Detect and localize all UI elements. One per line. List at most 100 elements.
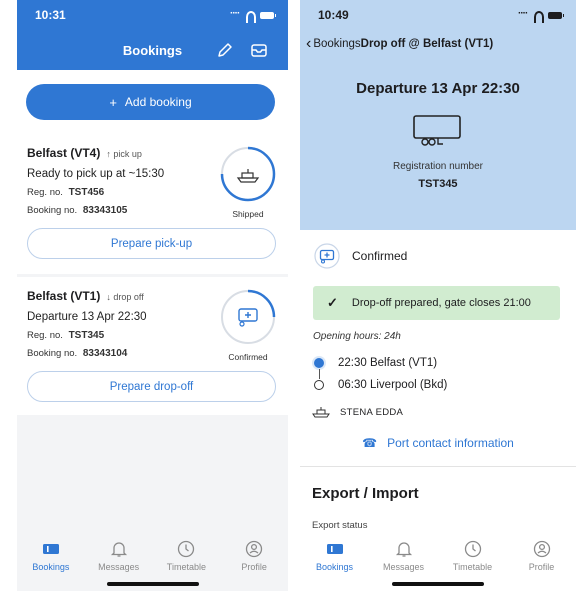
route-stop-departure: 22:30 Belfast (VT1)	[314, 352, 576, 374]
route-connector	[318, 369, 320, 379]
tab-label: Messages	[98, 562, 140, 572]
clock-icon	[464, 540, 481, 558]
check-icon: ✓	[327, 295, 338, 310]
bookings-icon	[326, 544, 343, 554]
bell-icon	[395, 542, 412, 557]
route-stop-text: 22:30 Belfast (VT1)	[338, 357, 438, 369]
page-title: Drop off @ Belfast (VT1)	[360, 38, 494, 50]
reg-value: TST456	[68, 187, 105, 198]
clock-icon	[178, 540, 195, 558]
departure-dot-icon	[314, 358, 324, 368]
tab-label: Messages	[382, 562, 425, 572]
booking-direction: ↑ pick up	[106, 149, 142, 159]
shipped-status-ring	[220, 146, 276, 202]
add-booking-button[interactable]: + Add booking	[26, 84, 275, 120]
booking-number-label: Booking no.	[27, 348, 78, 359]
booking-status-row: Confirmed	[300, 236, 576, 276]
tab-label: Bookings	[32, 562, 70, 572]
ferry-icon	[236, 169, 260, 183]
booking-detail-header: 10:49 ···· ‹ Bookings Drop off @ Belfast…	[300, 0, 576, 230]
tab-bar: Bookings Messages Timetable Profile	[300, 531, 576, 591]
tab-profile[interactable]: Profile	[224, 539, 284, 591]
registration-value: TST345	[418, 178, 458, 190]
profile-icon	[533, 540, 550, 558]
battery-icon	[260, 11, 276, 19]
tab-label: Profile	[528, 562, 555, 572]
tab-bar: Bookings Messages Timetable Profile	[17, 531, 288, 591]
banner-text: Drop-off prepared, gate closes 21:00	[351, 297, 531, 309]
drop-off-prepared-banner: ✓ Drop-off prepared, gate closes 21:00	[313, 286, 560, 320]
trailer-confirmed-icon	[314, 243, 340, 269]
tab-bookings[interactable]: Bookings	[305, 539, 365, 591]
divider	[300, 466, 576, 467]
status-time: 10:49	[318, 8, 349, 22]
booking-number-value: 83343104	[82, 348, 128, 359]
tab-label: Profile	[241, 562, 267, 572]
back-label: Bookings	[313, 38, 361, 50]
export-import-title: Export / Import	[312, 485, 419, 502]
phone-icon: ☎	[362, 436, 378, 450]
tab-label: Timetable	[452, 562, 493, 572]
booking-card[interactable]: Belfast (VT4) ↑ pick up Ready to pick up …	[17, 134, 288, 274]
home-indicator	[392, 582, 484, 586]
signal-icon: ····	[518, 8, 528, 19]
chevron-left-icon: ‹	[306, 35, 312, 52]
port-contact-link[interactable]: ☎ Port contact information	[300, 432, 576, 454]
ferry-icon	[312, 407, 330, 418]
battery-icon	[548, 11, 564, 19]
vessel-row: STENA EDDA	[312, 406, 576, 418]
page-title: Bookings	[122, 42, 183, 58]
booking-status: Confirmed	[352, 249, 408, 263]
tab-label: Timetable	[166, 562, 206, 572]
booking-status: Confirmed	[228, 352, 268, 362]
port-contact-label: Port contact information	[387, 436, 514, 450]
reg-label: Reg. no.	[27, 187, 63, 198]
booking-status: Shipped	[232, 209, 264, 219]
route: 22:30 Belfast (VT1) 06:30 Liverpool (Bkd…	[314, 352, 576, 396]
profile-icon	[245, 540, 263, 558]
booking-location-text: Belfast (VT4)	[27, 146, 101, 160]
nav-bar: ‹ Bookings Drop off @ Belfast (VT1)	[300, 30, 576, 58]
status-bar: 10:49 ····	[300, 0, 576, 30]
opening-hours: Opening hours: 24h	[313, 331, 401, 342]
registration-label: Registration number	[392, 161, 484, 172]
status-bar: 10:31 ····	[17, 0, 288, 30]
status-icons: ····	[518, 8, 564, 23]
wifi-icon	[246, 11, 256, 23]
booking-direction: ↓ drop off	[106, 292, 144, 302]
tab-bookings[interactable]: Bookings	[21, 539, 81, 591]
prepare-pick-up-button[interactable]: Prepare pick-up	[27, 228, 276, 259]
signal-icon: ····	[230, 8, 240, 19]
route-stop-arrival: 06:30 Liverpool (Bkd)	[314, 374, 576, 396]
bell-icon	[110, 542, 127, 557]
add-booking-label: Add booking	[124, 95, 192, 109]
wifi-icon	[534, 11, 544, 23]
reg-value: TST345	[68, 330, 105, 341]
edit-icon[interactable]	[215, 40, 235, 60]
bookings-header-area: 10:31 ···· Bookings + Add booking	[17, 0, 288, 134]
reg-label: Reg. no.	[27, 330, 63, 341]
tab-profile[interactable]: Profile	[512, 539, 572, 591]
plus-icon: +	[109, 94, 117, 110]
booking-number-label: Booking no.	[27, 205, 78, 216]
booking-card[interactable]: Belfast (VT1) ↓ drop off Departure 13 Apr…	[17, 277, 288, 415]
prepare-drop-off-button[interactable]: Prepare drop-off	[27, 371, 276, 402]
trailer-icon	[413, 115, 461, 146]
trailer-confirmed-icon	[238, 308, 258, 327]
nav-bar: Bookings	[17, 30, 288, 70]
status-icons: ····	[230, 8, 276, 23]
inbox-icon[interactable]	[249, 40, 269, 60]
export-status-label: Export status	[312, 520, 368, 531]
confirmed-status-ring	[221, 289, 276, 344]
arrival-dot-icon	[314, 380, 324, 390]
departure-title: Departure 13 Apr 22:30	[356, 80, 520, 97]
home-indicator	[106, 582, 199, 586]
booking-number-value: 83343105	[82, 205, 128, 216]
booking-location-text: Belfast (VT1)	[27, 289, 101, 303]
bookings-icon	[42, 544, 59, 554]
status-time: 10:31	[35, 8, 66, 22]
back-button[interactable]: ‹ Bookings	[306, 35, 361, 52]
route-stop-text: 06:30 Liverpool (Bkd)	[338, 379, 448, 391]
tab-label: Bookings	[315, 562, 354, 572]
booking-detail-screen: 10:49 ···· ‹ Bookings Drop off @ Belfast…	[300, 0, 576, 591]
